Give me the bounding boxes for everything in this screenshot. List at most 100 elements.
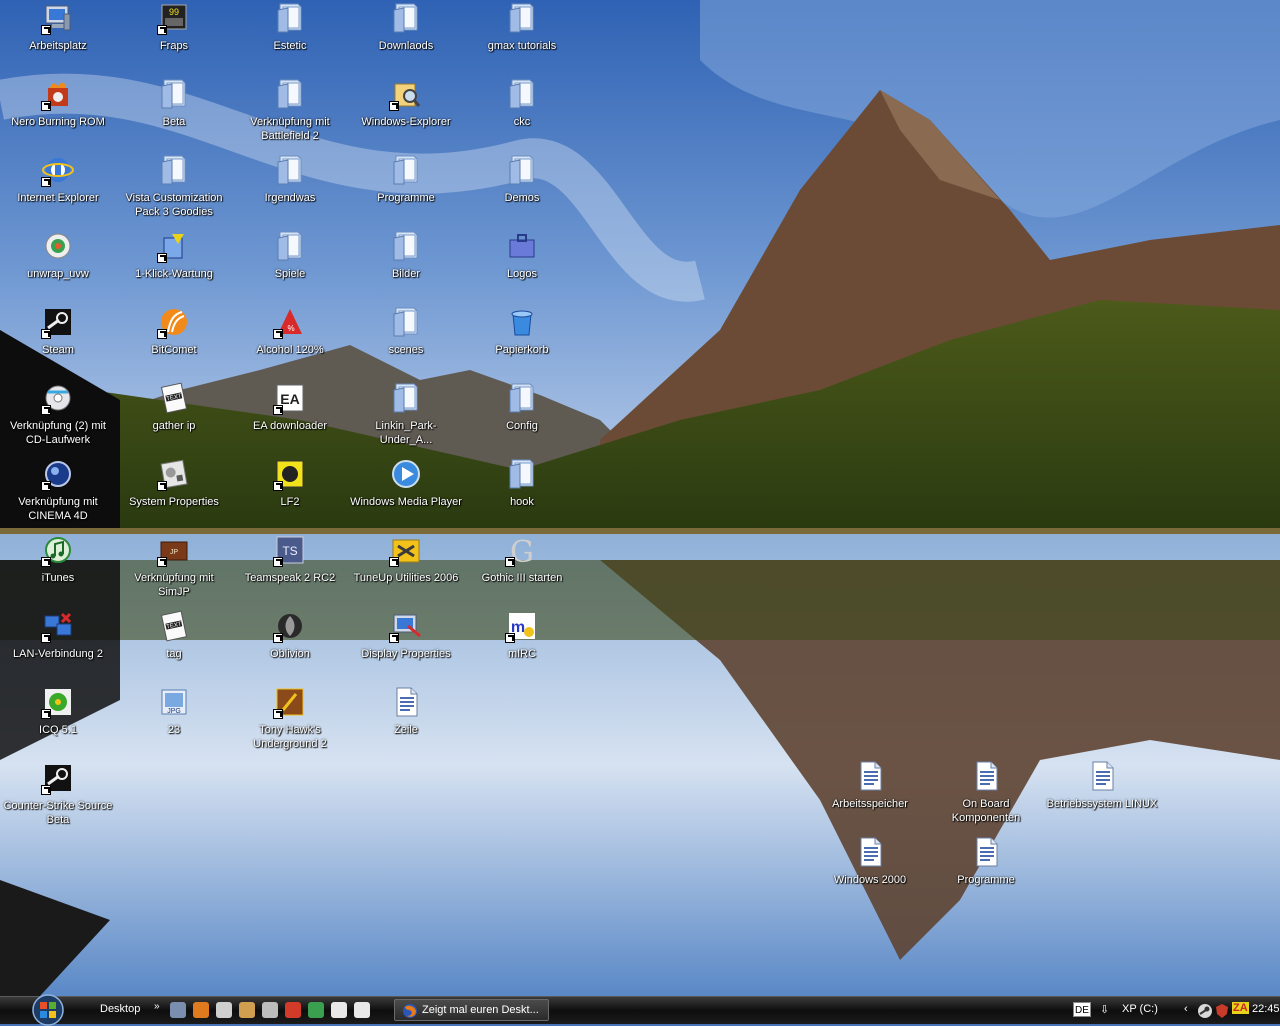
desktop-icon[interactable]: Counter-Strike Source Beta bbox=[2, 762, 114, 827]
desktop-icon[interactable]: LF2 bbox=[234, 458, 346, 509]
desktop-icon[interactable]: m mIRC bbox=[466, 610, 578, 661]
gothic-icon: G bbox=[505, 534, 538, 567]
desktop-icon[interactable]: BitComet bbox=[118, 306, 230, 357]
desktop-icon[interactable]: ICQ 5.1 bbox=[2, 686, 114, 737]
desktop-icon[interactable]: Betriebssystem LINUX bbox=[1046, 760, 1158, 811]
shortcut-arrow-icon bbox=[157, 329, 167, 339]
desktop-icon[interactable]: System Properties bbox=[118, 458, 230, 509]
desktop-icon-label: Bilder bbox=[391, 268, 421, 280]
desktop-icon[interactable]: Windows Media Player bbox=[350, 458, 462, 509]
document-icon bbox=[970, 760, 1002, 792]
desktop-icon[interactable]: % Alcohol 120% bbox=[234, 306, 346, 357]
desktop-icon[interactable]: TEXT gather ip bbox=[118, 382, 230, 433]
desktop-icon[interactable]: Verknüpfung mit Battlefield 2 bbox=[234, 78, 346, 143]
desktop-icon[interactable]: Programme bbox=[350, 154, 462, 205]
window-icon[interactable] bbox=[216, 1002, 232, 1018]
desktop-icon-label: tag bbox=[166, 648, 182, 660]
taskbar-button-firefox-window[interactable]: Zeigt mal euren Deskt... bbox=[394, 999, 549, 1021]
display-properties-icon bbox=[389, 610, 422, 643]
desktop-icon[interactable]: Estetic bbox=[234, 2, 346, 53]
desktop-icon[interactable]: Downlaods bbox=[350, 2, 462, 53]
desktop-icon[interactable]: ckc bbox=[466, 78, 578, 129]
folder-icon bbox=[506, 382, 538, 414]
desktop-icon[interactable]: scenes bbox=[350, 306, 462, 357]
desktop-icon[interactable]: Bilder bbox=[350, 230, 462, 281]
desktop-icon[interactable]: Arbeitsplatz bbox=[2, 2, 114, 53]
desktop-icon[interactable]: LAN-Verbindung 2 bbox=[2, 610, 114, 661]
desktop-icon[interactable]: G Gothic III starten bbox=[466, 534, 578, 585]
desktop-icon-label: gmax tutorials bbox=[487, 40, 557, 52]
desktop-icon[interactable]: Display Properties bbox=[350, 610, 462, 661]
nero-icon bbox=[41, 78, 74, 111]
desktop-icon[interactable]: gmax tutorials bbox=[466, 2, 578, 53]
desktop-icon[interactable]: Verknüpfung mit CINEMA 4D bbox=[2, 458, 114, 523]
teamspeak-icon: TS bbox=[273, 534, 306, 567]
desktop-icon[interactable]: Demos bbox=[466, 154, 578, 205]
svg-text:%: % bbox=[287, 324, 294, 333]
drive-icon[interactable]: ⇩ bbox=[1100, 1003, 1109, 1016]
desktop-icon-label: Verknüpfung mit CINEMA 4D bbox=[18, 496, 98, 522]
show-hidden-icons-chevron[interactable]: ‹ bbox=[1184, 1003, 1188, 1015]
start-button[interactable] bbox=[28, 994, 68, 1026]
desktop-icon[interactable]: Steam bbox=[2, 306, 114, 357]
desktop-icon[interactable]: Windows 2000 bbox=[814, 836, 926, 887]
desktop-icon[interactable]: Zeile bbox=[350, 686, 462, 737]
shortcut-arrow-icon bbox=[41, 557, 51, 567]
desktop-icon[interactable]: Config bbox=[466, 382, 578, 433]
desktop-icon-label: Tony Hawk's Underground 2 bbox=[253, 724, 327, 750]
desktop-icon-label: Papierkorb bbox=[495, 344, 549, 356]
counter-strike-icon[interactable] bbox=[239, 1002, 255, 1018]
desktop-icon[interactable]: EA EA downloader bbox=[234, 382, 346, 433]
desktop-icon[interactable]: Tony Hawk's Underground 2 bbox=[234, 686, 346, 751]
drive-icon[interactable] bbox=[262, 1002, 278, 1018]
desktop-icon-label: Zeile bbox=[394, 724, 418, 736]
desktop-icon[interactable]: Beta bbox=[118, 78, 230, 129]
desktop-icon[interactable]: Verknüpfung (2) mit CD-Laufwerk bbox=[2, 382, 114, 447]
language-indicator[interactable]: DE bbox=[1073, 1002, 1091, 1017]
desktop-icon-label: hook bbox=[510, 496, 534, 508]
desktop-icon[interactable]: Papierkorb bbox=[466, 306, 578, 357]
desktop-icon[interactable]: JP Verknüpfung mit SimJP bbox=[118, 534, 230, 599]
desktop-icon[interactable]: TuneUp Utilities 2006 bbox=[350, 534, 462, 585]
desktop-icon[interactable]: Internet Explorer bbox=[2, 154, 114, 205]
drive-label[interactable]: XP (C:) bbox=[1122, 1003, 1158, 1015]
shortcut-arrow-icon bbox=[41, 405, 51, 415]
desktop-icon[interactable]: Nero Burning ROM bbox=[2, 78, 114, 129]
desktop-icon[interactable]: Arbeitsspeicher bbox=[814, 760, 926, 811]
desktop-toolbar-label[interactable]: Desktop bbox=[100, 1003, 140, 1015]
desktop-icon[interactable]: Oblivion bbox=[234, 610, 346, 661]
toolbar-chevron-icon[interactable]: » bbox=[154, 1001, 160, 1012]
note-icon[interactable] bbox=[331, 1002, 347, 1018]
desktop-icon-label: 1-Klick-Wartung bbox=[135, 268, 213, 280]
desktop-icon[interactable]: Windows-Explorer bbox=[350, 78, 462, 129]
network-icon[interactable] bbox=[170, 1002, 186, 1018]
desktop-icon[interactable]: TEXT tag bbox=[118, 610, 230, 661]
note-icon[interactable] bbox=[354, 1002, 370, 1018]
shortcut-arrow-icon bbox=[41, 101, 51, 111]
desktop-icon-label: Verknüpfung mit SimJP bbox=[134, 572, 214, 598]
desktop-icon[interactable]: Logos bbox=[466, 230, 578, 281]
desktop-icon[interactable]: 1-Klick-Wartung bbox=[118, 230, 230, 281]
desktop-icon[interactable]: 99 Fraps bbox=[118, 2, 230, 53]
simjp-icon: JP bbox=[157, 534, 190, 567]
desktop-icon[interactable]: Spiele bbox=[234, 230, 346, 281]
desktop-icon[interactable]: JPG 23 bbox=[118, 686, 230, 737]
desktop-icon[interactable]: On Board Komponenten bbox=[930, 760, 1042, 825]
desktop-icon-label: EA downloader bbox=[253, 420, 327, 432]
desktop-icon-label: BitComet bbox=[151, 344, 197, 356]
desktop-icon[interactable]: iTunes bbox=[2, 534, 114, 585]
desktop-icon[interactable]: Vista Customization Pack 3 Goodies bbox=[118, 154, 230, 219]
desktop-icon[interactable]: Irgendwas bbox=[234, 154, 346, 205]
taskbar-clock[interactable]: 22:45 bbox=[1252, 1003, 1280, 1015]
red-shield-tray-icon[interactable] bbox=[1214, 1003, 1230, 1019]
zonealarm-tray-icon[interactable]: ZA bbox=[1232, 1002, 1249, 1014]
desktop-icon[interactable]: unwrap_uvw bbox=[2, 230, 114, 281]
desktop-icon[interactable]: Linkin_Park-Under_A... bbox=[350, 382, 462, 447]
desktop-icon[interactable]: hook bbox=[466, 458, 578, 509]
steam-tray-icon[interactable] bbox=[1197, 1003, 1213, 1019]
clover-icon[interactable] bbox=[308, 1002, 324, 1018]
desktop-icon[interactable]: TS Teamspeak 2 RC2 bbox=[234, 534, 346, 585]
desktop-icon[interactable]: Programme bbox=[930, 836, 1042, 887]
game-2-icon[interactable] bbox=[285, 1002, 301, 1018]
firefox-icon[interactable] bbox=[193, 1002, 209, 1018]
